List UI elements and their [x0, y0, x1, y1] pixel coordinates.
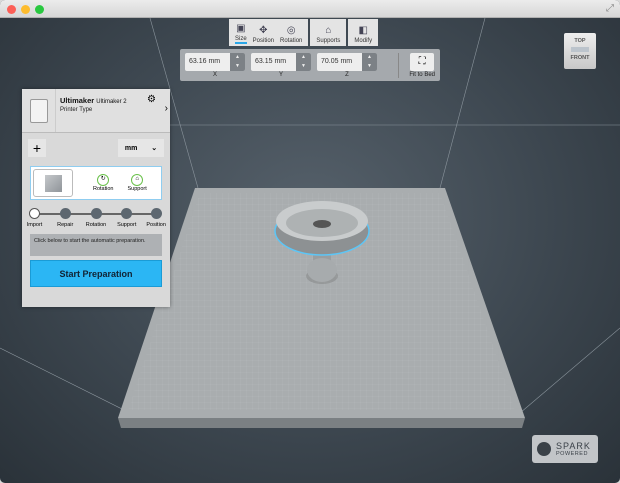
support-icon: ⌂: [131, 174, 144, 186]
step-position[interactable]: Position: [141, 208, 171, 228]
mode-support[interactable]: ⌂ Support: [128, 174, 147, 192]
fit-to-bed-button[interactable]: ⛶: [410, 52, 435, 71]
fullscreen-icon[interactable]: ⤢: [606, 3, 614, 14]
size-z-stepper[interactable]: ▲ ▼: [362, 52, 377, 71]
size-y-input[interactable]: 63.15 mm: [251, 53, 296, 71]
units-select[interactable]: mm ⌄: [118, 139, 164, 157]
title-bar: ⤢: [0, 0, 620, 18]
add-button[interactable]: +: [28, 139, 46, 157]
printer-selector[interactable]: Ultimaker Ultimaker 2 Printer Type ⚙ ›: [22, 89, 170, 133]
minimize-button[interactable]: [21, 5, 30, 14]
step-import[interactable]: Import: [20, 208, 50, 228]
tool-size[interactable]: ▣ Size: [235, 23, 247, 44]
tool-position[interactable]: ✥ Position: [253, 25, 274, 44]
transform-toolbar: ▣ Size ✥ Position ◎ Rotation ⌂ Supports ◧ Mod…: [229, 19, 379, 46]
supports-icon: ⌂: [325, 25, 332, 36]
step-support[interactable]: Support: [112, 208, 142, 228]
tool-supports[interactable]: ⌂ Supports: [316, 25, 340, 44]
rotation-icon: ↻: [97, 174, 110, 186]
tool-rotation[interactable]: ◎ Rotation: [280, 25, 302, 44]
modify-icon: ◧: [358, 25, 368, 36]
step-repair[interactable]: Repair: [50, 208, 80, 228]
model-thumbnail[interactable]: [33, 169, 73, 197]
gear-icon[interactable]: ⚙: [147, 94, 156, 105]
view-cube[interactable]: TOP FRONT: [564, 33, 596, 69]
prepare-panel: Ultimaker Ultimaker 2 Printer Type ⚙ › +…: [22, 89, 170, 307]
size-icon: ▣: [236, 23, 246, 34]
rotation-icon: ◎: [286, 25, 296, 36]
chevron-down-icon: ⌄: [151, 145, 158, 152]
instruction-text: Click below to start the automatic prepa…: [30, 234, 162, 256]
tool-modify[interactable]: ◧ Modify: [354, 25, 372, 44]
printer-icon: [22, 89, 56, 132]
app-window: ⤢ ▣ Size ✥ Position ◎ Rotation ⌂ Supports ◧ M…: [0, 0, 620, 483]
size-z-input[interactable]: 70.05 mm: [317, 53, 362, 71]
move-icon: ✥: [259, 25, 268, 36]
size-panel: 63.16 mm ▲ ▼ X 63.15 mm ▲ ▼ Y 70.05 mm ▲ ▼ Z ⛶ Fit…: [180, 49, 440, 81]
chevron-right-icon[interactable]: ›: [165, 103, 168, 114]
progress-steps: Import Repair Rotation Support Position: [27, 208, 166, 232]
step-rotation[interactable]: Rotation: [81, 208, 111, 228]
size-y-stepper[interactable]: ▲ ▼: [296, 52, 311, 71]
size-x-input[interactable]: 63.16 mm: [185, 53, 230, 71]
start-preparation-button[interactable]: Start Preparation: [30, 260, 162, 287]
spark-icon: [537, 442, 551, 456]
mode-selector: ↻ Rotation ⌂ Support: [30, 166, 162, 200]
size-x-stepper[interactable]: ▲ ▼: [230, 52, 245, 71]
close-button[interactable]: [7, 5, 16, 14]
spark-logo: SPARK POWERED: [532, 435, 598, 463]
mode-rotation[interactable]: ↻ Rotation: [93, 174, 114, 192]
zoom-button[interactable]: [35, 5, 44, 14]
